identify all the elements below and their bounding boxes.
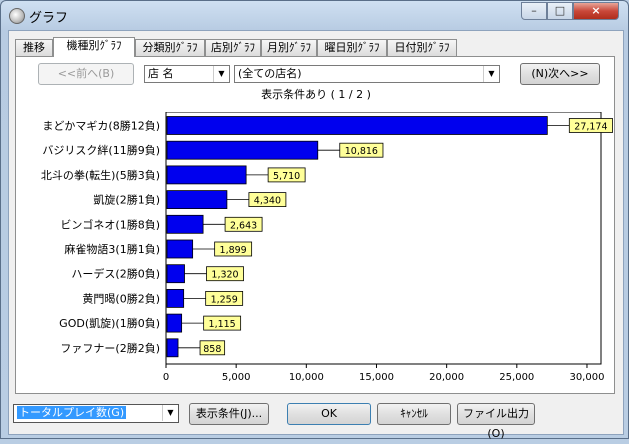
maximize-button[interactable]: □ <box>547 2 573 20</box>
value-label: 858 <box>203 344 221 355</box>
prev-button[interactable]: <<前へ(B) <box>38 63 134 85</box>
bar <box>166 116 548 135</box>
app-icon <box>9 8 25 24</box>
value-label: 1,259 <box>211 294 238 305</box>
value-label: 1,115 <box>209 319 236 330</box>
category-label: GOD(凱旋)(1勝0負) <box>59 316 160 330</box>
tab-trend[interactable]: 推移 <box>15 39 53 56</box>
value-label: 5,710 <box>273 171 300 182</box>
cancel-button[interactable]: ｷｬﾝｾﾙ <box>377 403 451 425</box>
status-prefix: 表示条件あり ( <box>261 88 335 101</box>
value-select[interactable]: (全ての店名) ▼ <box>234 65 500 83</box>
tab-store-graph[interactable]: 店別ｸﾞﾗﾌ <box>205 39 261 56</box>
field-select-value: 店 名 <box>148 67 174 80</box>
value-select-value: (全ての店名) <box>238 67 302 80</box>
page-total: 2 <box>356 88 364 101</box>
category-label: ビンゴネオ(1勝8負) <box>60 217 160 231</box>
x-tick-label: 5,000 <box>222 372 251 383</box>
chevron-down-icon[interactable]: ▼ <box>213 66 229 82</box>
metric-select[interactable]: トータルプレイ数(G) ▼ <box>13 404 179 423</box>
x-tick-label: 30,000 <box>569 372 604 383</box>
status-suffix: ) <box>366 88 371 101</box>
file-export-button[interactable]: ファイル出力(O) <box>457 403 535 440</box>
category-label: 凱旋(2勝1負) <box>93 193 160 207</box>
field-select[interactable]: 店 名 ▼ <box>144 65 230 83</box>
x-tick-label: 15,000 <box>359 372 394 383</box>
bar <box>166 313 183 333</box>
tab-month-graph[interactable]: 月別ｸﾞﾗﾌ <box>261 39 317 56</box>
category-label: 黄門暍(0勝2負) <box>82 291 160 305</box>
bar <box>166 165 247 185</box>
x-tick-label: 10,000 <box>289 372 324 383</box>
status-line: 表示条件あり ( 1 / 2 ) <box>16 86 616 102</box>
value-label: 27,174 <box>574 122 607 133</box>
x-tick-label: 0 <box>163 372 169 383</box>
x-tick-label: 20,000 <box>429 372 464 383</box>
bar <box>166 190 228 209</box>
metric-select-value: トータルプレイ数(G) <box>17 406 127 419</box>
category-label: バジリスク絆(11勝9負) <box>42 143 160 157</box>
display-condition-button[interactable]: 表示条件(J)... <box>189 403 269 425</box>
window-title: グラフ <box>29 11 69 26</box>
bar <box>166 214 204 234</box>
close-button[interactable]: × <box>573 2 619 20</box>
category-label: ハーデス(2勝0負) <box>71 267 160 281</box>
dialog-client-area: 推移 機種別ｸﾞﾗﾌ 分類別ｸﾞﾗﾌ 店別ｸﾞﾗﾌ 月別ｸﾞﾗﾌ 曜日別ｸﾞﾗﾌ… <box>8 30 624 440</box>
value-label: 2,643 <box>230 220 257 231</box>
ok-button[interactable]: OK <box>287 403 371 425</box>
x-tick-label: 25,000 <box>499 372 534 383</box>
title-bar[interactable]: グラフ – □ × <box>1 1 628 29</box>
tab-date-graph[interactable]: 日付別ｸﾞﾗﾌ <box>387 39 457 56</box>
category-label: 麻雀物語3(1勝1負) <box>64 242 160 256</box>
value-label: 4,340 <box>254 196 281 207</box>
bar <box>166 264 185 284</box>
tab-weekday-graph[interactable]: 曜日別ｸﾞﾗﾌ <box>317 39 387 56</box>
bar <box>166 288 185 308</box>
tab-machine-graph[interactable]: 機種別ｸﾞﾗﾌ <box>53 37 135 57</box>
page-separator: / <box>348 88 353 101</box>
bar <box>166 338 179 358</box>
category-label: 北斗の拳(転生)(5勝3負) <box>41 168 160 182</box>
chevron-down-icon[interactable]: ▼ <box>162 405 178 421</box>
window: グラフ – □ × 推移 機種別ｸﾞﾗﾌ 分類別ｸﾞﾗﾌ 店別ｸﾞﾗﾌ 月別ｸﾞ… <box>0 0 629 440</box>
page-number: 1 <box>338 88 346 101</box>
chevron-down-icon[interactable]: ▼ <box>483 66 499 82</box>
value-label: 10,816 <box>345 146 378 157</box>
category-label: まどかマギカ(8勝12負) <box>42 119 160 133</box>
tab-panel: <<前へ(B) 店 名 ▼ (全ての店名) ▼ (N)次へ>> 表示条件あり (… <box>15 56 615 394</box>
value-label: 1,320 <box>211 270 238 281</box>
category-label: ファフナー(2勝2負) <box>60 341 160 355</box>
bar <box>166 239 194 259</box>
value-label: 1,899 <box>220 245 247 256</box>
next-button[interactable]: (N)次へ>> <box>520 63 600 85</box>
tab-category-graph[interactable]: 分類別ｸﾞﾗﾌ <box>135 39 205 56</box>
bar-chart: まどかマギカ(8勝12負) 27,174 バジリスク絆(11勝9負) 10,816 北斗… <box>41 112 613 383</box>
bar <box>166 140 319 160</box>
minimize-button[interactable]: – <box>521 2 547 20</box>
